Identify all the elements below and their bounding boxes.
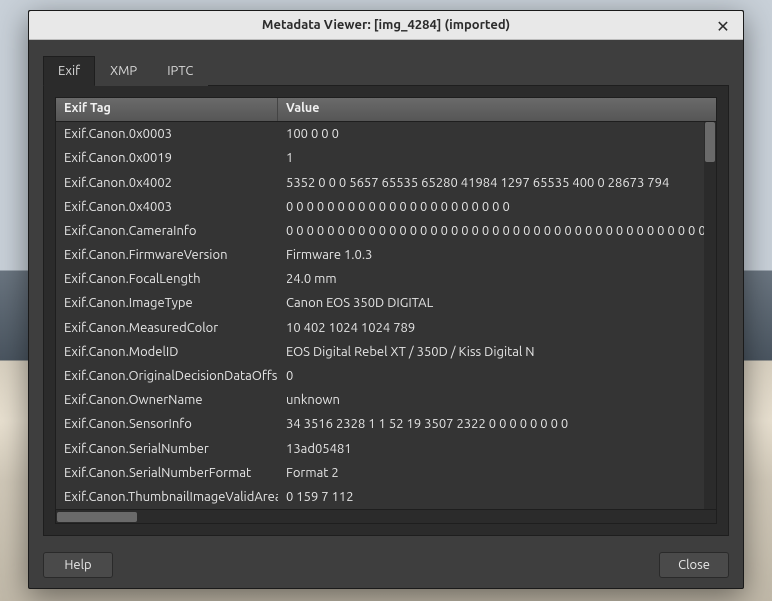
dialog-footer: Help Close bbox=[29, 548, 743, 588]
cell-value: Format 2 bbox=[278, 466, 716, 480]
tab-iptc[interactable]: IPTC bbox=[152, 56, 208, 86]
cell-value: EOS Digital Rebel XT / 350D / Kiss Digit… bbox=[278, 345, 716, 359]
table-row[interactable]: Exif.Canon.ModelIDEOS Digital Rebel XT /… bbox=[56, 340, 716, 364]
cell-tag: Exif.Canon.OwnerName bbox=[56, 393, 278, 407]
tab-panel: Exif Tag Value Exif.Canon.0x0003100 0 0 … bbox=[43, 85, 729, 536]
tab-label: XMP bbox=[110, 64, 137, 78]
cell-tag: Exif.Canon.SerialNumberFormat bbox=[56, 466, 278, 480]
cell-value: 0 159 7 112 bbox=[278, 490, 716, 504]
tab-label: Exif bbox=[58, 64, 80, 78]
dialog-body: Exif XMP IPTC Exif Tag Value Exif.Canon.… bbox=[29, 40, 743, 548]
cell-value: 34 3516 2328 1 1 52 19 3507 2322 0 0 0 0… bbox=[278, 417, 716, 431]
vertical-scrollbar-thumb[interactable] bbox=[705, 122, 715, 162]
help-button[interactable]: Help bbox=[43, 552, 113, 578]
cell-value: 24.0 mm bbox=[278, 272, 716, 286]
cell-tag: Exif.Canon.MeasuredColor bbox=[56, 321, 278, 335]
cell-value: 10 402 1024 1024 789 bbox=[278, 321, 716, 335]
cell-tag: Exif.Canon.FirmwareVersion bbox=[56, 248, 278, 262]
tab-xmp[interactable]: XMP bbox=[95, 56, 152, 86]
cell-value: 100 0 0 0 bbox=[278, 127, 716, 141]
horizontal-scrollbar[interactable] bbox=[56, 509, 716, 523]
table-row[interactable]: Exif.Canon.MeasuredColor10 402 1024 1024… bbox=[56, 316, 716, 340]
cell-tag: Exif.Canon.ModelID bbox=[56, 345, 278, 359]
table-row[interactable]: Exif.Canon.0x40025352 0 0 0 5657 65535 6… bbox=[56, 170, 716, 194]
cell-value: 0 bbox=[278, 369, 716, 383]
table-row[interactable]: Exif.Canon.FocalLength24.0 mm bbox=[56, 267, 716, 291]
titlebar[interactable]: Metadata Viewer: [img_4284] (imported) ✕ bbox=[29, 11, 743, 40]
cell-value: 0 0 0 0 0 0 0 0 0 0 0 0 0 0 0 0 0 0 0 0 … bbox=[278, 224, 716, 238]
table-row[interactable]: Exif.Canon.SerialNumberFormatFormat 2 bbox=[56, 461, 716, 485]
tab-label: IPTC bbox=[167, 64, 193, 78]
cell-tag: Exif.Canon.SerialNumber bbox=[56, 442, 278, 456]
table-row[interactable]: Exif.Canon.0x40030 0 0 0 0 0 0 0 0 0 0 0… bbox=[56, 195, 716, 219]
cell-tag: Exif.Canon.CameraInfo bbox=[56, 224, 278, 238]
cell-tag: Exif.Canon.FocalLength bbox=[56, 272, 278, 286]
cell-value: 5352 0 0 0 5657 65535 65280 41984 1297 6… bbox=[278, 176, 716, 190]
cell-value: Firmware 1.0.3 bbox=[278, 248, 716, 262]
table-row[interactable]: Exif.Canon.CameraInfo0 0 0 0 0 0 0 0 0 0… bbox=[56, 219, 716, 243]
table-header-row: Exif Tag Value bbox=[56, 98, 716, 122]
table-body[interactable]: Exif.Canon.0x0003100 0 0 0Exif.Canon.0x0… bbox=[56, 122, 716, 509]
vertical-scrollbar[interactable] bbox=[704, 122, 716, 509]
close-button[interactable]: Close bbox=[659, 552, 729, 578]
horizontal-scrollbar-thumb[interactable] bbox=[57, 512, 137, 522]
table-row[interactable]: Exif.Canon.SerialNumber13ad05481 bbox=[56, 436, 716, 460]
cell-tag: Exif.Canon.0x4002 bbox=[56, 176, 278, 190]
table-row[interactable]: Exif.Canon.ImageTypeCanon EOS 350D DIGIT… bbox=[56, 291, 716, 315]
close-icon[interactable]: ✕ bbox=[713, 18, 733, 38]
cell-tag: Exif.Canon.SensorInfo bbox=[56, 417, 278, 431]
table-row[interactable]: Exif.Canon.ThumbnailImageValidArea0 159 … bbox=[56, 485, 716, 509]
button-label: Close bbox=[678, 558, 710, 572]
cell-value: 0 0 0 0 0 0 0 0 0 0 0 0 0 0 0 0 0 0 0 0 … bbox=[278, 200, 716, 214]
cell-tag: Exif.Canon.ThumbnailImageValidArea bbox=[56, 490, 278, 504]
cell-tag: Exif.Canon.OriginalDecisionDataOffset bbox=[56, 369, 278, 383]
button-label: Help bbox=[64, 558, 91, 572]
cell-value: Canon EOS 350D DIGITAL bbox=[278, 296, 716, 310]
table-row[interactable]: Exif.Canon.SensorInfo34 3516 2328 1 1 52… bbox=[56, 412, 716, 436]
cell-value: 13ad05481 bbox=[278, 442, 716, 456]
table-row[interactable]: Exif.Canon.0x00191 bbox=[56, 146, 716, 170]
cell-tag: Exif.Canon.0x4003 bbox=[56, 200, 278, 214]
table-row[interactable]: Exif.Canon.FirmwareVersionFirmware 1.0.3 bbox=[56, 243, 716, 267]
tab-exif[interactable]: Exif bbox=[43, 56, 95, 86]
table-row[interactable]: Exif.Canon.OriginalDecisionDataOffset0 bbox=[56, 364, 716, 388]
window-title: Metadata Viewer: [img_4284] (imported) bbox=[262, 18, 510, 32]
column-header-value[interactable]: Value bbox=[278, 98, 716, 121]
cell-value: unknown bbox=[278, 393, 716, 407]
table-row[interactable]: Exif.Canon.0x0003100 0 0 0 bbox=[56, 122, 716, 146]
column-header-tag[interactable]: Exif Tag bbox=[56, 98, 278, 121]
table-row[interactable]: Exif.Canon.OwnerNameunknown bbox=[56, 388, 716, 412]
tab-bar: Exif XMP IPTC bbox=[43, 56, 729, 86]
cell-tag: Exif.Canon.ImageType bbox=[56, 296, 278, 310]
metadata-table: Exif Tag Value Exif.Canon.0x0003100 0 0 … bbox=[55, 97, 717, 524]
cell-value: 1 bbox=[278, 151, 716, 165]
cell-tag: Exif.Canon.0x0003 bbox=[56, 127, 278, 141]
cell-tag: Exif.Canon.0x0019 bbox=[56, 151, 278, 165]
metadata-viewer-dialog: Metadata Viewer: [img_4284] (imported) ✕… bbox=[28, 10, 744, 589]
